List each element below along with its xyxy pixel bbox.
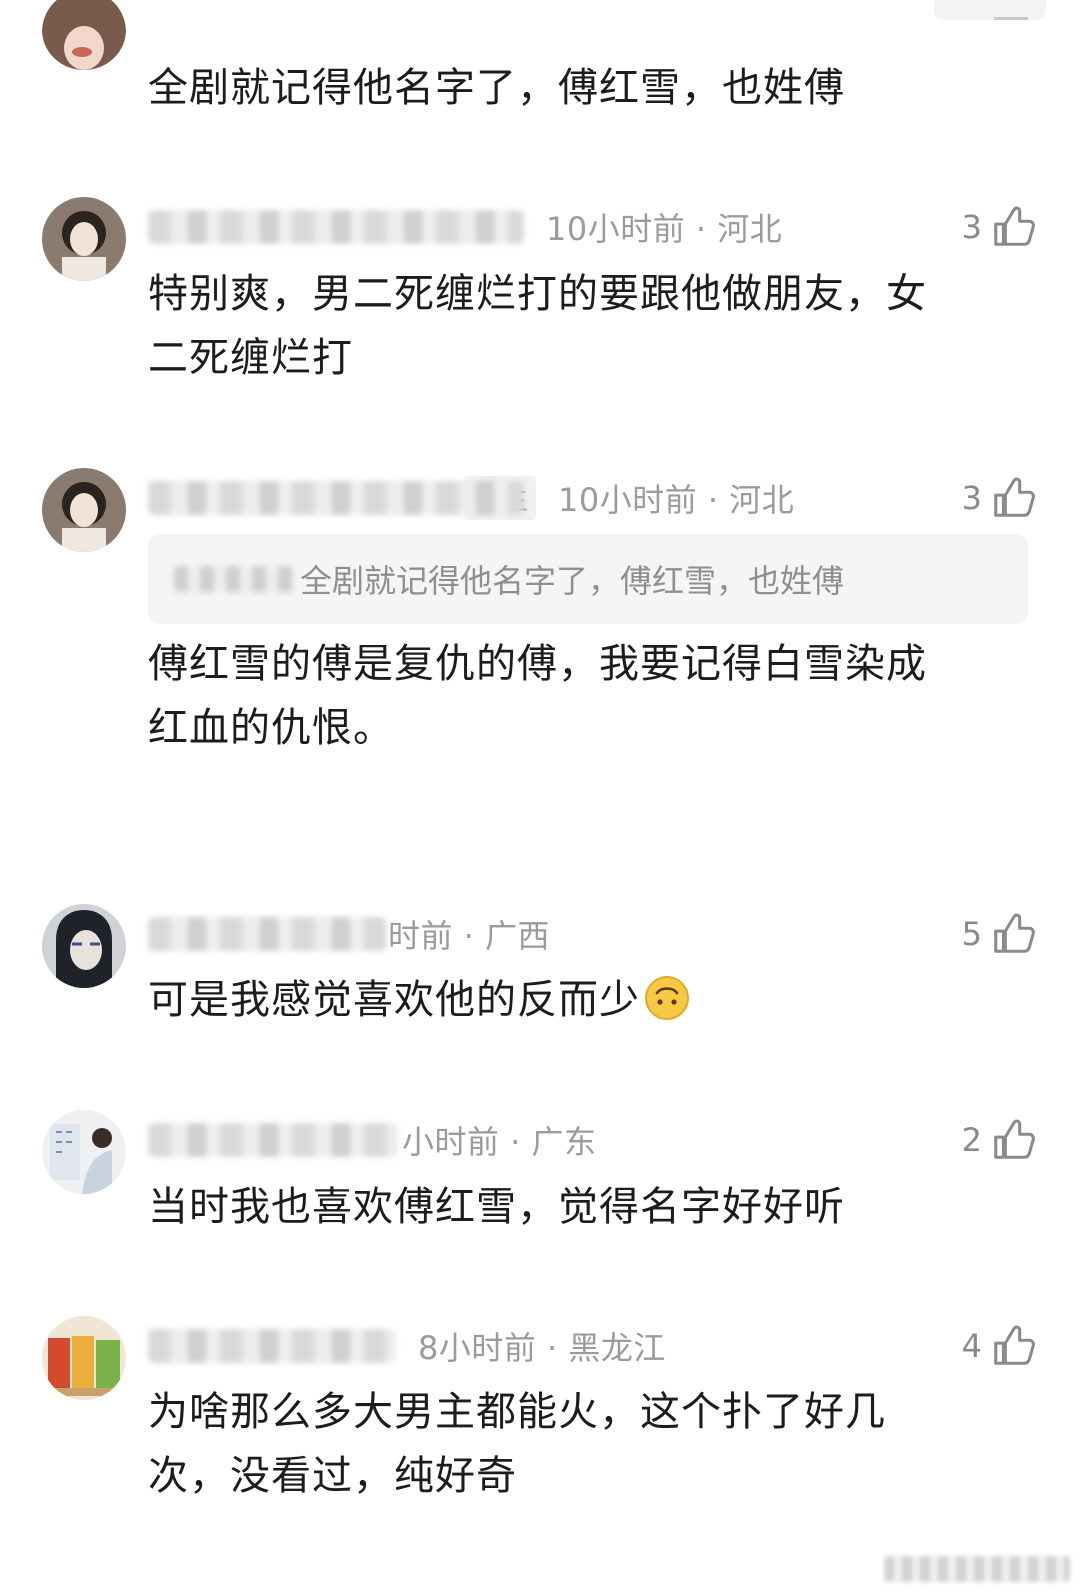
comment-text: 当时我也喜欢傅红雪，觉得名字好好听 bbox=[148, 1184, 845, 1230]
comment-meta: 时前 · 广西 bbox=[148, 911, 550, 957]
thumbs-up-icon bbox=[990, 911, 1036, 957]
avatar[interactable] bbox=[42, 197, 126, 281]
like-count: 2 bbox=[961, 1121, 982, 1159]
like-button[interactable]: 2 bbox=[962, 1117, 1036, 1163]
thumbs-up-icon bbox=[990, 475, 1036, 521]
comment-text: 特别爽，男二死缠烂打的要跟他做朋友，女 二死缠烂打 bbox=[148, 262, 1028, 390]
comment-text: 全剧就记得他名字了，傅红雪，也姓傅 bbox=[148, 65, 845, 111]
username-redacted[interactable] bbox=[148, 1123, 398, 1157]
upside-down-face-icon bbox=[644, 975, 690, 1021]
comment-meta: 小时前 · 广东 bbox=[148, 1117, 597, 1163]
comment-meta: 楼主 10小时前 · 河北 bbox=[148, 475, 794, 521]
comment-text-line: 二死缠烂打 bbox=[148, 335, 353, 381]
like-count: 5 bbox=[961, 915, 982, 953]
comment-text-line: 特别爽，男二死缠烂打的要跟他做朋友，女 bbox=[148, 271, 927, 317]
username-redacted[interactable] bbox=[148, 917, 386, 951]
username-redacted[interactable] bbox=[148, 1329, 396, 1363]
avatar[interactable] bbox=[42, 904, 126, 988]
comment-time-location: 10小时前 · 河北 bbox=[546, 210, 783, 248]
top-card-fragment bbox=[934, 0, 1046, 20]
like-button[interactable]: 4 bbox=[962, 1323, 1036, 1369]
like-button[interactable]: 5 bbox=[962, 911, 1036, 957]
like-count: 3 bbox=[961, 208, 982, 246]
thumbs-up-icon bbox=[990, 1323, 1036, 1369]
quoted-text: 全剧就记得他名字了，傅红雪，也姓傅 bbox=[300, 562, 845, 600]
like-count: 4 bbox=[961, 1327, 982, 1365]
comment-text-line: 可是我感觉喜欢他的反而少 bbox=[148, 977, 640, 1023]
comment-text-line: 傅红雪的傅是复仇的傅，我要记得白雪染成 bbox=[148, 641, 927, 687]
comment-time-location: 10小时前 · 河北 bbox=[558, 481, 795, 519]
avatar[interactable] bbox=[42, 1110, 126, 1194]
comment-time-location: 8小时前 · 黑龙江 bbox=[418, 1329, 666, 1367]
like-count: 3 bbox=[961, 479, 982, 517]
comment-text-line: 次，没看过，纯好奇 bbox=[148, 1453, 517, 1499]
collapse-icon[interactable] bbox=[994, 8, 1028, 20]
comment-text-line: 为啥那么多大男主都能火，这个扑了好几 bbox=[148, 1389, 886, 1435]
comment-time-location: 时前 · 广西 bbox=[388, 917, 551, 955]
username-redacted[interactable] bbox=[148, 210, 524, 244]
avatar[interactable] bbox=[42, 0, 126, 70]
thumbs-up-icon bbox=[990, 204, 1036, 250]
like-button[interactable]: 3 bbox=[962, 204, 1036, 250]
comment-meta: 10小时前 · 河北 bbox=[148, 204, 782, 250]
comment-time-location: 小时前 · 广东 bbox=[402, 1123, 597, 1161]
avatar[interactable] bbox=[42, 1316, 126, 1400]
avatar[interactable] bbox=[42, 468, 126, 552]
username-redacted[interactable] bbox=[148, 481, 524, 515]
comment-text: 为啥那么多大男主都能火，这个扑了好几 次，没看过，纯好奇 bbox=[148, 1380, 1028, 1508]
quoted-username-redacted bbox=[174, 566, 294, 592]
comment-text-line: 红血的仇恨。 bbox=[148, 705, 394, 751]
comment-text: 可是我感觉喜欢他的反而少 bbox=[148, 968, 1028, 1032]
like-button[interactable]: 3 bbox=[962, 475, 1036, 521]
comment-text: 傅红雪的傅是复仇的傅，我要记得白雪染成 红血的仇恨。 bbox=[148, 632, 1028, 760]
comment-meta: 8小时前 · 黑龙江 bbox=[148, 1323, 666, 1369]
thumbs-up-icon bbox=[990, 1117, 1036, 1163]
watermark bbox=[884, 1556, 1070, 1582]
quoted-comment[interactable]: 全剧就记得他名字了，傅红雪，也姓傅 bbox=[148, 534, 1028, 624]
